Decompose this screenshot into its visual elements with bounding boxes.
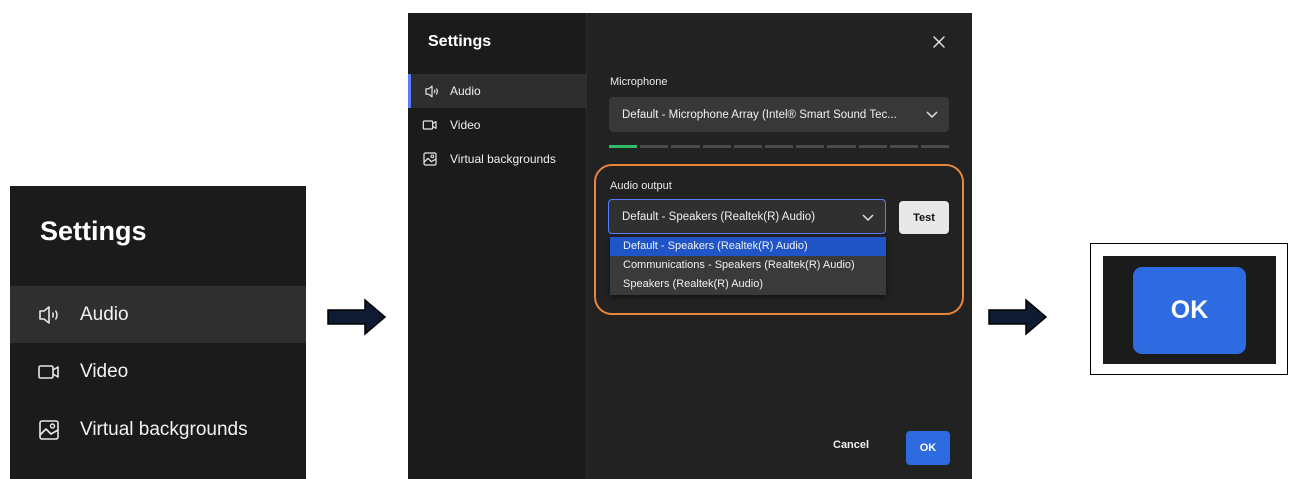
- zoomed-settings-sidebar: Settings Audio Video Virtual backgrounds: [10, 186, 306, 479]
- test-button[interactable]: Test: [899, 201, 949, 234]
- meter-segment: [889, 145, 918, 148]
- image-icon: [408, 151, 450, 167]
- zoomed-ok-panel: OK: [1090, 243, 1288, 375]
- microphone-level-meter: [609, 145, 950, 148]
- ok-button[interactable]: OK: [906, 431, 950, 465]
- meter-segment: [671, 145, 700, 148]
- speaker-icon: [411, 84, 450, 99]
- settings-dialog: Settings Audio Video Virtual backgrounds…: [408, 13, 972, 479]
- dialog-sidebar: Settings Audio Video Virtual backgrounds: [408, 13, 587, 479]
- arrow-right-icon: [988, 298, 1048, 336]
- meter-segment: [827, 145, 856, 148]
- dropdown-option[interactable]: Communications - Speakers (Realtek(R) Au…: [610, 256, 886, 275]
- sidebar-item-video[interactable]: Video: [10, 343, 306, 400]
- dropdown-option[interactable]: Default - Speakers (Realtek(R) Audio): [610, 237, 886, 256]
- nav-item-virtual-backgrounds[interactable]: Virtual backgrounds: [408, 142, 587, 176]
- meter-segment: [858, 145, 887, 148]
- dialog-title: Settings: [428, 33, 492, 50]
- speaker-icon: [10, 286, 80, 343]
- video-camera-icon: [408, 118, 450, 132]
- audio-output-label: Audio output: [610, 180, 672, 192]
- close-icon[interactable]: [930, 33, 948, 51]
- nav-item-label: Video: [450, 118, 481, 132]
- microphone-label: Microphone: [610, 76, 668, 88]
- nav-item-video[interactable]: Video: [408, 108, 587, 142]
- sidebar-item-virtual-backgrounds[interactable]: Virtual backgrounds: [10, 401, 306, 458]
- chevron-down-icon: [862, 214, 874, 222]
- meter-segment: [920, 145, 950, 148]
- audio-output-dropdown: Default - Speakers (Realtek(R) Audio) Co…: [610, 237, 886, 295]
- chevron-down-icon: [926, 111, 938, 119]
- meter-segment: [702, 145, 731, 148]
- image-icon: [10, 401, 80, 458]
- settings-title: Settings: [40, 216, 147, 246]
- meter-segment: [609, 145, 638, 148]
- meter-segment: [733, 145, 762, 148]
- meter-segment: [796, 145, 825, 148]
- nav-item-audio[interactable]: Audio: [408, 74, 587, 108]
- sidebar-item-audio[interactable]: Audio: [10, 286, 306, 343]
- arrow-right-icon: [327, 298, 387, 336]
- audio-output-select[interactable]: Default - Speakers (Realtek(R) Audio): [608, 199, 886, 234]
- nav-item-label: Audio: [450, 84, 481, 98]
- sidebar-item-label: Video: [80, 360, 129, 382]
- ok-button-zoomed[interactable]: OK: [1133, 267, 1246, 354]
- audio-output-select-value: Default - Speakers (Realtek(R) Audio): [622, 210, 816, 223]
- sidebar-item-label: Virtual backgrounds: [80, 418, 248, 440]
- nav-item-label: Virtual backgrounds: [450, 152, 556, 166]
- microphone-select[interactable]: Default - Microphone Array (Intel® Smart…: [609, 97, 949, 132]
- sidebar-item-label: Audio: [80, 303, 129, 325]
- meter-segment: [640, 145, 669, 148]
- cancel-button[interactable]: Cancel: [833, 439, 869, 451]
- zoomed-ok-background: OK: [1103, 256, 1276, 364]
- meter-segment: [764, 145, 794, 148]
- video-camera-icon: [10, 343, 80, 400]
- microphone-select-value: Default - Microphone Array (Intel® Smart…: [622, 108, 897, 121]
- dropdown-option[interactable]: Speakers (Realtek(R) Audio): [610, 275, 886, 294]
